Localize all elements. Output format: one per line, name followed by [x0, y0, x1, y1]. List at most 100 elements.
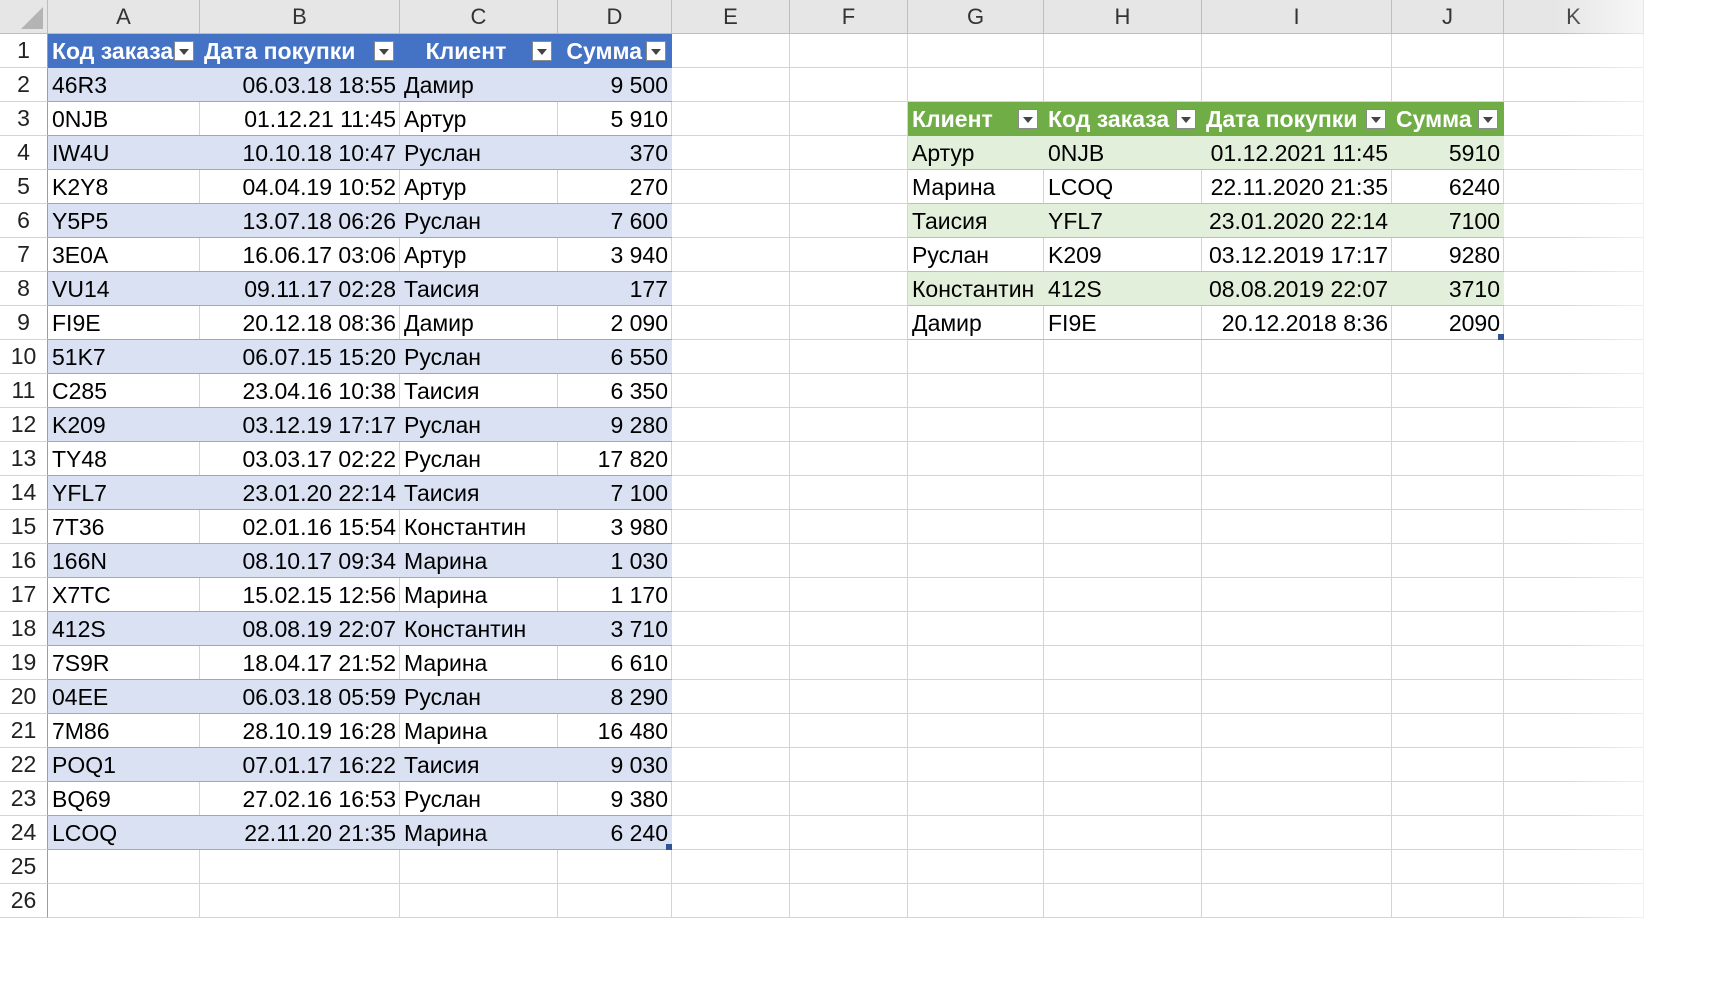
orders-table-cell[interactable]: 6 550	[558, 340, 672, 374]
result-table-cell[interactable]: YFL7	[1044, 204, 1202, 238]
orders-table-cell[interactable]: Артур	[400, 170, 558, 204]
row-header-11[interactable]: 11	[0, 374, 48, 408]
orders-table-cell[interactable]: Руслан	[400, 782, 558, 816]
orders-table-cell[interactable]: 3 980	[558, 510, 672, 544]
orders-table-cell[interactable]: 06.03.18 05:59	[200, 680, 400, 714]
result-table-cell[interactable]: LCOQ	[1044, 170, 1202, 204]
orders-table-cell[interactable]: Марина	[400, 714, 558, 748]
orders-table-cell[interactable]: 7T36	[48, 510, 200, 544]
result-table-cell[interactable]: Дамир	[908, 306, 1044, 340]
orders-table-cell[interactable]: 23.01.20 22:14	[200, 476, 400, 510]
row-header-17[interactable]: 17	[0, 578, 48, 612]
orders-table-cell[interactable]: 7 100	[558, 476, 672, 510]
row-header-7[interactable]: 7	[0, 238, 48, 272]
orders-table-cell[interactable]: Марина	[400, 646, 558, 680]
orders-table-cell[interactable]: 8 290	[558, 680, 672, 714]
orders-table-cell[interactable]: 01.12.21 11:45	[200, 102, 400, 136]
orders-table-cell[interactable]: Руслан	[400, 340, 558, 374]
row-header-21[interactable]: 21	[0, 714, 48, 748]
orders-table-filter-dropdown-icon[interactable]	[646, 41, 666, 61]
result-table-cell[interactable]: 6240	[1392, 170, 1504, 204]
row-header-18[interactable]: 18	[0, 612, 48, 646]
orders-table-cell[interactable]: 7M86	[48, 714, 200, 748]
column-header-f[interactable]: F	[790, 0, 908, 34]
result-table-cell[interactable]: K209	[1044, 238, 1202, 272]
orders-table-cell[interactable]: 20.12.18 08:36	[200, 306, 400, 340]
orders-table-cell[interactable]: Руслан	[400, 680, 558, 714]
orders-table-cell[interactable]: VU14	[48, 272, 200, 306]
result-table-cell[interactable]: 22.11.2020 21:35	[1202, 170, 1392, 204]
result-table-cell[interactable]: 9280	[1392, 238, 1504, 272]
orders-table-cell[interactable]: Y5P5	[48, 204, 200, 238]
orders-table-cell[interactable]: K2Y8	[48, 170, 200, 204]
orders-table-cell[interactable]: Дамир	[400, 68, 558, 102]
orders-table-resize-handle-icon[interactable]	[666, 844, 672, 850]
result-table-cell[interactable]: 23.01.2020 22:14	[1202, 204, 1392, 238]
orders-table-cell[interactable]: 51K7	[48, 340, 200, 374]
orders-table-cell[interactable]: 13.07.18 06:26	[200, 204, 400, 238]
orders-table-cell[interactable]: 6 240	[558, 816, 672, 850]
orders-table-cell[interactable]: 9 280	[558, 408, 672, 442]
result-table-cell[interactable]: Марина	[908, 170, 1044, 204]
row-header-13[interactable]: 13	[0, 442, 48, 476]
orders-table-cell[interactable]: 28.10.19 16:28	[200, 714, 400, 748]
column-header-a[interactable]: A	[48, 0, 200, 34]
orders-table-cell[interactable]: POQ1	[48, 748, 200, 782]
orders-table-cell[interactable]: 03.12.19 17:17	[200, 408, 400, 442]
orders-table-cell[interactable]: Константин	[400, 510, 558, 544]
orders-table-cell[interactable]: Таисия	[400, 476, 558, 510]
orders-table-cell[interactable]: 370	[558, 136, 672, 170]
orders-table-cell[interactable]: Руслан	[400, 408, 558, 442]
orders-table-cell[interactable]: 04.04.19 10:52	[200, 170, 400, 204]
orders-table-cell[interactable]: 5 910	[558, 102, 672, 136]
orders-table-cell[interactable]: 0NJB	[48, 102, 200, 136]
orders-table-filter-dropdown-icon[interactable]	[374, 41, 394, 61]
orders-table-cell[interactable]: Артур	[400, 238, 558, 272]
orders-table-cell[interactable]: 9 500	[558, 68, 672, 102]
orders-table-header-2[interactable]: Дата покупки	[200, 34, 400, 68]
orders-table-cell[interactable]: YFL7	[48, 476, 200, 510]
result-table-filter-dropdown-icon[interactable]	[1176, 109, 1196, 129]
orders-table-cell[interactable]: Марина	[400, 816, 558, 850]
column-header-k[interactable]: K	[1504, 0, 1644, 34]
result-table-cell[interactable]: Константин	[908, 272, 1044, 306]
row-header-4[interactable]: 4	[0, 136, 48, 170]
orders-table-cell[interactable]: 9 380	[558, 782, 672, 816]
row-header-3[interactable]: 3	[0, 102, 48, 136]
result-table-cell[interactable]: 2090	[1392, 306, 1504, 340]
orders-table-filter-dropdown-icon[interactable]	[174, 41, 194, 61]
orders-table-cell[interactable]: 9 030	[558, 748, 672, 782]
orders-table-cell[interactable]: 3 940	[558, 238, 672, 272]
orders-table-cell[interactable]: 412S	[48, 612, 200, 646]
orders-table-cell[interactable]: IW4U	[48, 136, 200, 170]
orders-table-cell[interactable]: 02.01.16 15:54	[200, 510, 400, 544]
orders-table-cell[interactable]: 03.03.17 02:22	[200, 442, 400, 476]
row-header-26[interactable]: 26	[0, 884, 48, 918]
orders-table-cell[interactable]: 16.06.17 03:06	[200, 238, 400, 272]
column-header-j[interactable]: J	[1392, 0, 1504, 34]
result-table-cell[interactable]: 0NJB	[1044, 136, 1202, 170]
orders-table-cell[interactable]: C285	[48, 374, 200, 408]
column-header-h[interactable]: H	[1044, 0, 1202, 34]
orders-table-cell[interactable]: 6 610	[558, 646, 672, 680]
row-header-8[interactable]: 8	[0, 272, 48, 306]
orders-table-filter-dropdown-icon[interactable]	[532, 41, 552, 61]
row-header-2[interactable]: 2	[0, 68, 48, 102]
orders-table-cell[interactable]: 1 030	[558, 544, 672, 578]
column-header-c[interactable]: C	[400, 0, 558, 34]
orders-table-cell[interactable]: 09.11.17 02:28	[200, 272, 400, 306]
orders-table-cell[interactable]: TY48	[48, 442, 200, 476]
orders-table-cell[interactable]: 1 170	[558, 578, 672, 612]
orders-table-cell[interactable]: 7S9R	[48, 646, 200, 680]
orders-table-cell[interactable]: 07.01.17 16:22	[200, 748, 400, 782]
result-table-cell[interactable]: FI9E	[1044, 306, 1202, 340]
row-header-25[interactable]: 25	[0, 850, 48, 884]
column-header-g[interactable]: G	[908, 0, 1044, 34]
row-header-24[interactable]: 24	[0, 816, 48, 850]
result-table-header-3[interactable]: Дата покупки	[1202, 102, 1392, 136]
row-header-9[interactable]: 9	[0, 306, 48, 340]
row-header-23[interactable]: 23	[0, 782, 48, 816]
orders-table-cell[interactable]: 17 820	[558, 442, 672, 476]
orders-table-cell[interactable]: 06.03.18 18:55	[200, 68, 400, 102]
orders-table-cell[interactable]: BQ69	[48, 782, 200, 816]
